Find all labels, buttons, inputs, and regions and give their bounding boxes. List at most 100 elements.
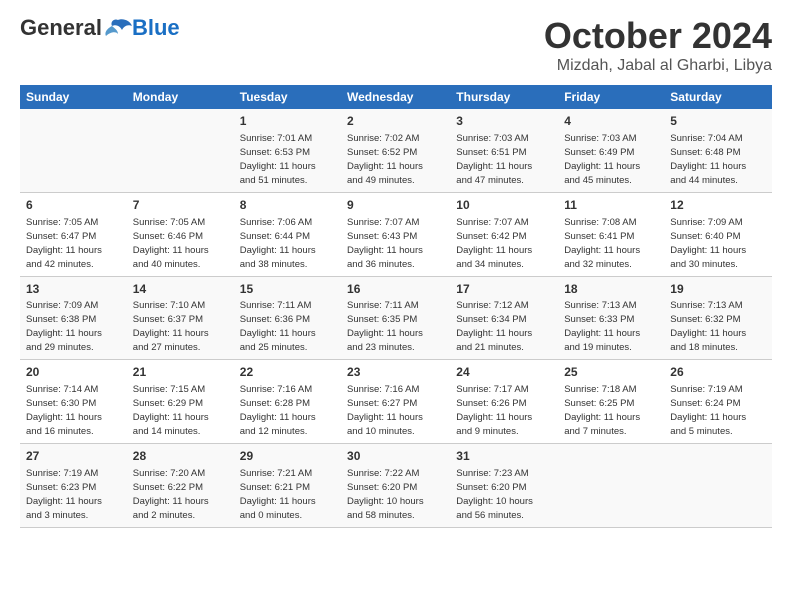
day-detail: Sunrise: 7:08 AM Sunset: 6:41 PM Dayligh… [564,217,640,270]
day-detail: Sunrise: 7:05 AM Sunset: 6:47 PM Dayligh… [26,217,102,270]
logo-general: General [20,15,102,41]
calendar-cell: 9Sunrise: 7:07 AM Sunset: 6:43 PM Daylig… [341,192,450,276]
logo-blue: Blue [132,15,180,41]
day-number: 8 [240,197,335,214]
day-number: 28 [133,448,228,465]
day-detail: Sunrise: 7:15 AM Sunset: 6:29 PM Dayligh… [133,384,209,437]
day-number: 1 [240,113,335,130]
calendar-cell: 17Sunrise: 7:12 AM Sunset: 6:34 PM Dayli… [450,276,558,360]
calendar-cell: 5 Sunrise: 7:04 AM Sunset: 6:48 PM Daylig… [664,109,772,192]
calendar-cell [664,444,772,528]
weekday-header-row: Sunday Monday Tuesday Wednesday Thursday… [20,85,772,109]
header-tuesday: Tuesday [234,85,341,109]
day-number: 31 [456,448,552,465]
day-number: 20 [26,364,121,381]
calendar-cell: 7 Sunrise: 7:05 AM Sunset: 6:46 PM Daylig… [127,192,234,276]
calendar-cell: 16Sunrise: 7:11 AM Sunset: 6:35 PM Dayli… [341,276,450,360]
calendar-cell: 28 Sunrise: 7:20 AM Sunset: 6:22 PM Dayli… [127,444,234,528]
calendar-cell [20,109,127,192]
calendar-week-4: 20 Sunrise: 7:14 AM Sunset: 6:30 PM Dayli… [20,360,772,444]
calendar-cell: 26Sunrise: 7:19 AM Sunset: 6:24 PM Dayli… [664,360,772,444]
day-detail: Sunrise: 7:19 AM Sunset: 6:23 PM Dayligh… [26,468,102,521]
day-number: 12 [670,197,766,214]
location-title: Mizdah, Jabal al Gharbi, Libya [544,57,772,75]
day-detail: Sunrise: 7:12 AM Sunset: 6:34 PM Dayligh… [456,300,532,353]
calendar-cell: 20 Sunrise: 7:14 AM Sunset: 6:30 PM Dayli… [20,360,127,444]
calendar-cell: 30 Sunrise: 7:22 AM Sunset: 6:20 PM Dayli… [341,444,450,528]
calendar-cell: 23 Sunrise: 7:16 AM Sunset: 6:27 PM Dayli… [341,360,450,444]
day-number: 3 [456,113,552,130]
day-detail: Sunrise: 7:04 AM Sunset: 6:48 PM Dayligh… [670,133,746,186]
day-number: 6 [26,197,121,214]
day-number: 13 [26,281,121,298]
day-detail: Sunrise: 7:21 AM Sunset: 6:21 PM Dayligh… [240,468,316,521]
calendar-cell: 1 Sunrise: 7:01 AM Sunset: 6:53 PM Daylig… [234,109,341,192]
calendar-cell: 29 Sunrise: 7:21 AM Sunset: 6:21 PM Dayli… [234,444,341,528]
day-number: 11 [564,197,658,214]
day-number: 21 [133,364,228,381]
calendar-cell: 13 Sunrise: 7:09 AM Sunset: 6:38 PM Dayli… [20,276,127,360]
day-detail: Sunrise: 7:14 AM Sunset: 6:30 PM Dayligh… [26,384,102,437]
calendar-cell: 27 Sunrise: 7:19 AM Sunset: 6:23 PM Dayli… [20,444,127,528]
day-number: 4 [564,113,658,130]
logo-bird-icon [104,18,132,38]
month-title: October 2024 [544,15,772,57]
calendar-cell: 18 Sunrise: 7:13 AM Sunset: 6:33 PM Dayli… [558,276,664,360]
calendar-week-2: 6 Sunrise: 7:05 AM Sunset: 6:47 PM Daylig… [20,192,772,276]
day-detail: Sunrise: 7:17 AM Sunset: 6:26 PM Dayligh… [456,384,532,437]
title-block: October 2024 Mizdah, Jabal al Gharbi, Li… [544,15,772,75]
day-detail: Sunrise: 7:09 AM Sunset: 6:38 PM Dayligh… [26,300,102,353]
day-detail: Sunrise: 7:23 AM Sunset: 6:20 PM Dayligh… [456,468,533,521]
day-detail: Sunrise: 7:11 AM Sunset: 6:35 PM Dayligh… [347,300,423,353]
day-number: 15 [240,281,335,298]
day-detail: Sunrise: 7:10 AM Sunset: 6:37 PM Dayligh… [133,300,209,353]
calendar-cell: 3 Sunrise: 7:03 AM Sunset: 6:51 PM Daylig… [450,109,558,192]
day-detail: Sunrise: 7:03 AM Sunset: 6:51 PM Dayligh… [456,133,532,186]
day-detail: Sunrise: 7:09 AM Sunset: 6:40 PM Dayligh… [670,217,746,270]
header-saturday: Saturday [664,85,772,109]
day-number: 27 [26,448,121,465]
calendar-cell: 11 Sunrise: 7:08 AM Sunset: 6:41 PM Dayli… [558,192,664,276]
day-detail: Sunrise: 7:03 AM Sunset: 6:49 PM Dayligh… [564,133,640,186]
day-number: 10 [456,197,552,214]
header-monday: Monday [127,85,234,109]
day-detail: Sunrise: 7:22 AM Sunset: 6:20 PM Dayligh… [347,468,424,521]
day-detail: Sunrise: 7:05 AM Sunset: 6:46 PM Dayligh… [133,217,209,270]
day-number: 30 [347,448,444,465]
calendar-week-3: 13 Sunrise: 7:09 AM Sunset: 6:38 PM Dayli… [20,276,772,360]
calendar-week-5: 27 Sunrise: 7:19 AM Sunset: 6:23 PM Dayli… [20,444,772,528]
calendar-cell: 22Sunrise: 7:16 AM Sunset: 6:28 PM Dayli… [234,360,341,444]
page: General Blue October 2024 Mizdah, Jabal … [0,0,792,538]
day-detail: Sunrise: 7:01 AM Sunset: 6:53 PM Dayligh… [240,133,316,186]
logo: General Blue [20,15,180,41]
day-detail: Sunrise: 7:11 AM Sunset: 6:36 PM Dayligh… [240,300,316,353]
calendar-cell: 14 Sunrise: 7:10 AM Sunset: 6:37 PM Dayli… [127,276,234,360]
day-detail: Sunrise: 7:19 AM Sunset: 6:24 PM Dayligh… [670,384,746,437]
header-wednesday: Wednesday [341,85,450,109]
calendar-cell: 12 Sunrise: 7:09 AM Sunset: 6:40 PM Dayli… [664,192,772,276]
header-thursday: Thursday [450,85,558,109]
day-number: 5 [670,113,766,130]
day-detail: Sunrise: 7:07 AM Sunset: 6:42 PM Dayligh… [456,217,532,270]
calendar-week-1: 1 Sunrise: 7:01 AM Sunset: 6:53 PM Daylig… [20,109,772,192]
calendar-cell: 6 Sunrise: 7:05 AM Sunset: 6:47 PM Daylig… [20,192,127,276]
day-detail: Sunrise: 7:02 AM Sunset: 6:52 PM Dayligh… [347,133,423,186]
calendar-cell: 15 Sunrise: 7:11 AM Sunset: 6:36 PM Dayli… [234,276,341,360]
calendar-cell: 21 Sunrise: 7:15 AM Sunset: 6:29 PM Dayli… [127,360,234,444]
calendar-cell: 4 Sunrise: 7:03 AM Sunset: 6:49 PM Daylig… [558,109,664,192]
day-detail: Sunrise: 7:13 AM Sunset: 6:33 PM Dayligh… [564,300,640,353]
calendar-cell: 10 Sunrise: 7:07 AM Sunset: 6:42 PM Dayli… [450,192,558,276]
day-number: 22 [240,364,335,381]
day-number: 23 [347,364,444,381]
day-number: 14 [133,281,228,298]
day-detail: Sunrise: 7:18 AM Sunset: 6:25 PM Dayligh… [564,384,640,437]
day-number: 7 [133,197,228,214]
day-detail: Sunrise: 7:16 AM Sunset: 6:27 PM Dayligh… [347,384,423,437]
day-number: 18 [564,281,658,298]
header-friday: Friday [558,85,664,109]
header-sunday: Sunday [20,85,127,109]
day-number: 19 [670,281,766,298]
day-number: 29 [240,448,335,465]
calendar-cell [558,444,664,528]
day-detail: Sunrise: 7:20 AM Sunset: 6:22 PM Dayligh… [133,468,209,521]
